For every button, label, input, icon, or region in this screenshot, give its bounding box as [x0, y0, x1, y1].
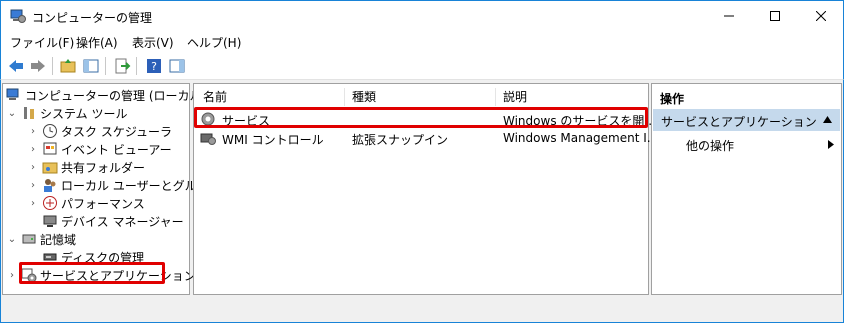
up-folder-icon[interactable] [59, 57, 77, 75]
chevron-right-icon[interactable]: › [27, 162, 39, 173]
close-button[interactable] [798, 1, 844, 31]
tree-item-task-scheduler[interactable]: › タスク スケジューラ [27, 122, 172, 140]
tools-icon [24, 107, 34, 119]
chevron-down-icon[interactable]: ⌄ [6, 234, 18, 245]
computer-management-icon [6, 88, 19, 100]
actions-title: 操作 [660, 92, 685, 106]
computer-management-icon [10, 9, 26, 23]
toolbar-separator [105, 57, 106, 75]
shared-folder-icon [42, 162, 58, 174]
device-manager-icon [43, 215, 57, 227]
column-header-name[interactable]: 名前 [203, 88, 227, 108]
column-header-description[interactable]: 説明 [503, 88, 527, 108]
close-icon [816, 11, 826, 21]
show-hide-tree-icon[interactable] [82, 57, 100, 75]
tree-label: イベント ビューアー [61, 142, 172, 157]
wmi-control-icon [200, 133, 216, 145]
tree-item-shared-folders[interactable]: › 共有フォルダー [27, 158, 145, 176]
highlight-services-applications [19, 262, 165, 284]
highlight-services-row [194, 107, 648, 128]
actions-pane: 操作 サービスとアプリケーション 他の操作 [651, 83, 842, 295]
users-icon [44, 179, 56, 192]
chevron-right-icon[interactable]: › [27, 180, 39, 191]
column-divider[interactable] [344, 88, 345, 106]
minimize-button[interactable] [706, 1, 752, 31]
chevron-right-icon[interactable]: › [27, 126, 39, 137]
toolbar: ? [0, 52, 844, 80]
chevron-right-icon[interactable]: › [27, 198, 39, 209]
chevron-right-icon[interactable]: › [27, 144, 39, 155]
menu-file[interactable]: ファイル(F) [10, 34, 74, 51]
status-bar [0, 297, 844, 323]
row-description: Windows Management I... [503, 131, 659, 145]
chevron-down-icon[interactable]: ⌄ [6, 108, 18, 119]
row-type: 拡張スナップイン [352, 133, 449, 147]
forward-arrow-icon[interactable] [29, 57, 47, 75]
tree-label: コンピューターの管理 (ローカル) [25, 88, 207, 103]
actions-group-header[interactable]: サービスとアプリケーション [653, 109, 840, 131]
tree-item-storage[interactable]: ⌄ 記憶域 [6, 230, 76, 248]
tree-item-event-viewer[interactable]: › イベント ビューアー [27, 140, 172, 158]
tree-label: パフォーマンス [61, 196, 145, 211]
tree-item-device-manager[interactable]: デバイス マネージャー [39, 212, 184, 230]
help-icon[interactable]: ? [145, 57, 163, 75]
tree-label: デバイス マネージャー [61, 214, 184, 229]
maximize-icon [770, 11, 780, 21]
tree-label: システム ツール [40, 106, 128, 121]
more-actions-link[interactable]: 他の操作 [686, 137, 734, 154]
minimize-icon [724, 15, 734, 17]
column-header-type[interactable]: 種類 [352, 88, 376, 108]
menu-action[interactable]: 操作(A) [76, 34, 118, 51]
tree-label: 共有フォルダー [61, 160, 146, 175]
tree-label: タスク スケジューラ [61, 124, 172, 139]
export-list-icon[interactable] [113, 57, 131, 75]
tree-label: 記憶域 [40, 232, 77, 247]
tree-item-performance[interactable]: › パフォーマンス [27, 194, 145, 212]
back-arrow-icon[interactable] [7, 57, 25, 75]
clock-icon [43, 124, 57, 138]
svg-text:?: ? [151, 60, 157, 73]
actions-group-label: サービスとアプリケーション [661, 115, 817, 129]
window-title: コンピューターの管理 [32, 11, 153, 25]
storage-icon [22, 234, 36, 244]
performance-icon [43, 196, 57, 210]
menu-help[interactable]: ヘルプ(H) [187, 34, 241, 51]
menu-view[interactable]: 表示(V) [132, 34, 174, 51]
toolbar-separator [136, 57, 137, 75]
row-name: WMI コントロール [222, 133, 324, 147]
collapse-up-icon[interactable] [823, 116, 832, 123]
title-bar: コンピューターの管理 [0, 0, 844, 30]
list-row-wmi-control[interactable]: WMI コントロール 拡張スナップイン Windows Management I… [194, 129, 658, 147]
tree-item-local-users[interactable]: › ローカル ユーザーとグループ [27, 176, 220, 194]
column-divider[interactable] [495, 88, 496, 106]
tree-item-root[interactable]: コンピューターの管理 (ローカル) [6, 86, 206, 104]
submenu-arrow-icon[interactable] [828, 140, 834, 149]
chevron-right-icon[interactable]: › [6, 270, 18, 281]
menu-bar: ファイル(F) 操作(A) 表示(V) ヘルプ(H) [0, 30, 844, 52]
event-viewer-icon [43, 142, 57, 155]
maximize-button[interactable] [752, 1, 798, 31]
show-hide-action-pane-icon[interactable] [168, 57, 186, 75]
tree-item-system-tools[interactable]: ⌄ システム ツール [6, 104, 128, 122]
toolbar-separator [52, 57, 53, 75]
